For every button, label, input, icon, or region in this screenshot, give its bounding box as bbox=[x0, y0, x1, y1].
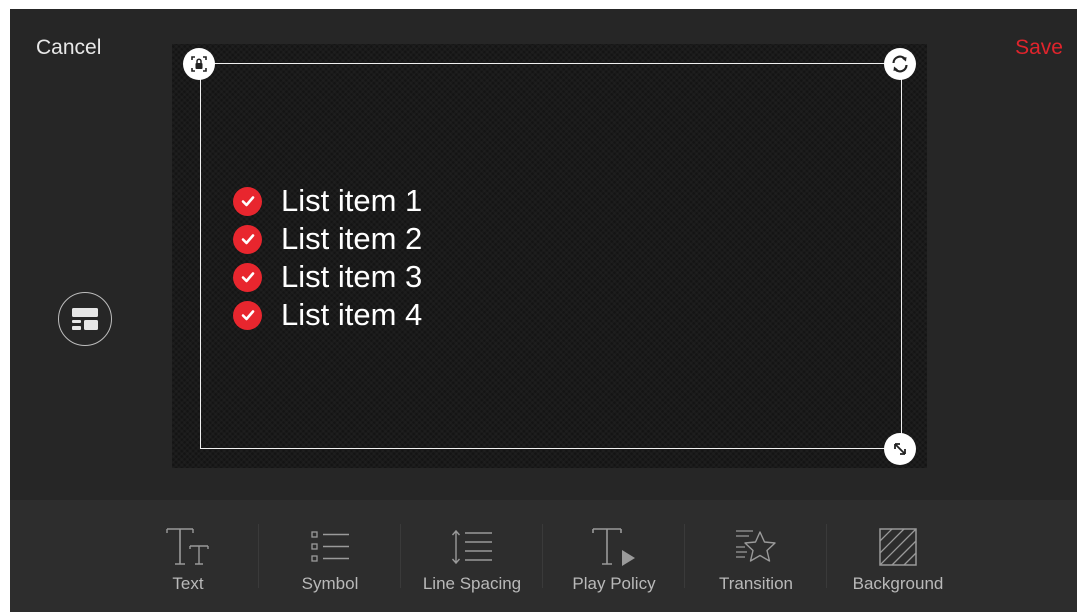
check-circle-icon bbox=[233, 186, 262, 216]
layout-icon bbox=[72, 308, 98, 330]
bullet-list-icon bbox=[311, 531, 349, 562]
tool-line-spacing[interactable]: Line Spacing bbox=[401, 500, 543, 612]
resize-handle[interactable] bbox=[884, 433, 916, 465]
tool-label: Play Policy bbox=[572, 574, 656, 593]
bottom-toolbar: Text Symbol Line Spacing Play Policy Tra… bbox=[10, 500, 1077, 612]
list-item-label: List item 1 bbox=[281, 183, 423, 218]
list-item-label: List item 4 bbox=[281, 297, 423, 332]
tool-label: Symbol bbox=[301, 574, 359, 593]
line-spacing-icon bbox=[451, 529, 492, 565]
text-size-icon bbox=[166, 528, 209, 565]
tool-label: Background bbox=[852, 574, 944, 593]
tool-label: Line Spacing bbox=[422, 574, 522, 593]
lock-icon bbox=[191, 56, 207, 72]
cancel-button[interactable]: Cancel bbox=[36, 36, 101, 60]
star-transition-icon bbox=[736, 530, 776, 562]
list-item-label: List item 2 bbox=[281, 221, 423, 256]
tool-label: Transition bbox=[718, 574, 793, 593]
tool-background[interactable]: Background bbox=[827, 500, 969, 612]
background-pattern-icon bbox=[879, 528, 917, 566]
play-policy-icon bbox=[592, 528, 635, 566]
rotate-handle[interactable] bbox=[884, 48, 916, 80]
checklist: List item 1 List item 2 List item 3 List… bbox=[233, 182, 422, 334]
tool-play-policy[interactable]: Play Policy bbox=[543, 500, 685, 612]
check-circle-icon bbox=[233, 262, 262, 292]
tool-label: Text bbox=[172, 574, 204, 593]
tool-symbol[interactable]: Symbol bbox=[259, 500, 401, 612]
tool-text[interactable]: Text bbox=[117, 500, 259, 612]
tool-transition[interactable]: Transition bbox=[685, 500, 827, 612]
layout-button[interactable] bbox=[58, 292, 112, 346]
list-item-label: List item 3 bbox=[281, 259, 423, 294]
preview-canvas: List item 1 List item 2 List item 3 List… bbox=[172, 44, 927, 468]
list-item[interactable]: List item 1 bbox=[233, 182, 422, 220]
lock-handle[interactable] bbox=[183, 48, 215, 80]
save-button[interactable]: Save bbox=[1015, 36, 1063, 60]
check-circle-icon bbox=[233, 300, 262, 330]
resize-icon bbox=[894, 443, 906, 455]
rotate-icon bbox=[892, 55, 908, 73]
editor-app: Cancel Save List item 1 List item 2 List… bbox=[10, 9, 1077, 612]
list-item[interactable]: List item 2 bbox=[233, 220, 422, 258]
list-item[interactable]: List item 3 bbox=[233, 258, 422, 296]
list-item[interactable]: List item 4 bbox=[233, 296, 422, 334]
check-circle-icon bbox=[233, 224, 262, 254]
